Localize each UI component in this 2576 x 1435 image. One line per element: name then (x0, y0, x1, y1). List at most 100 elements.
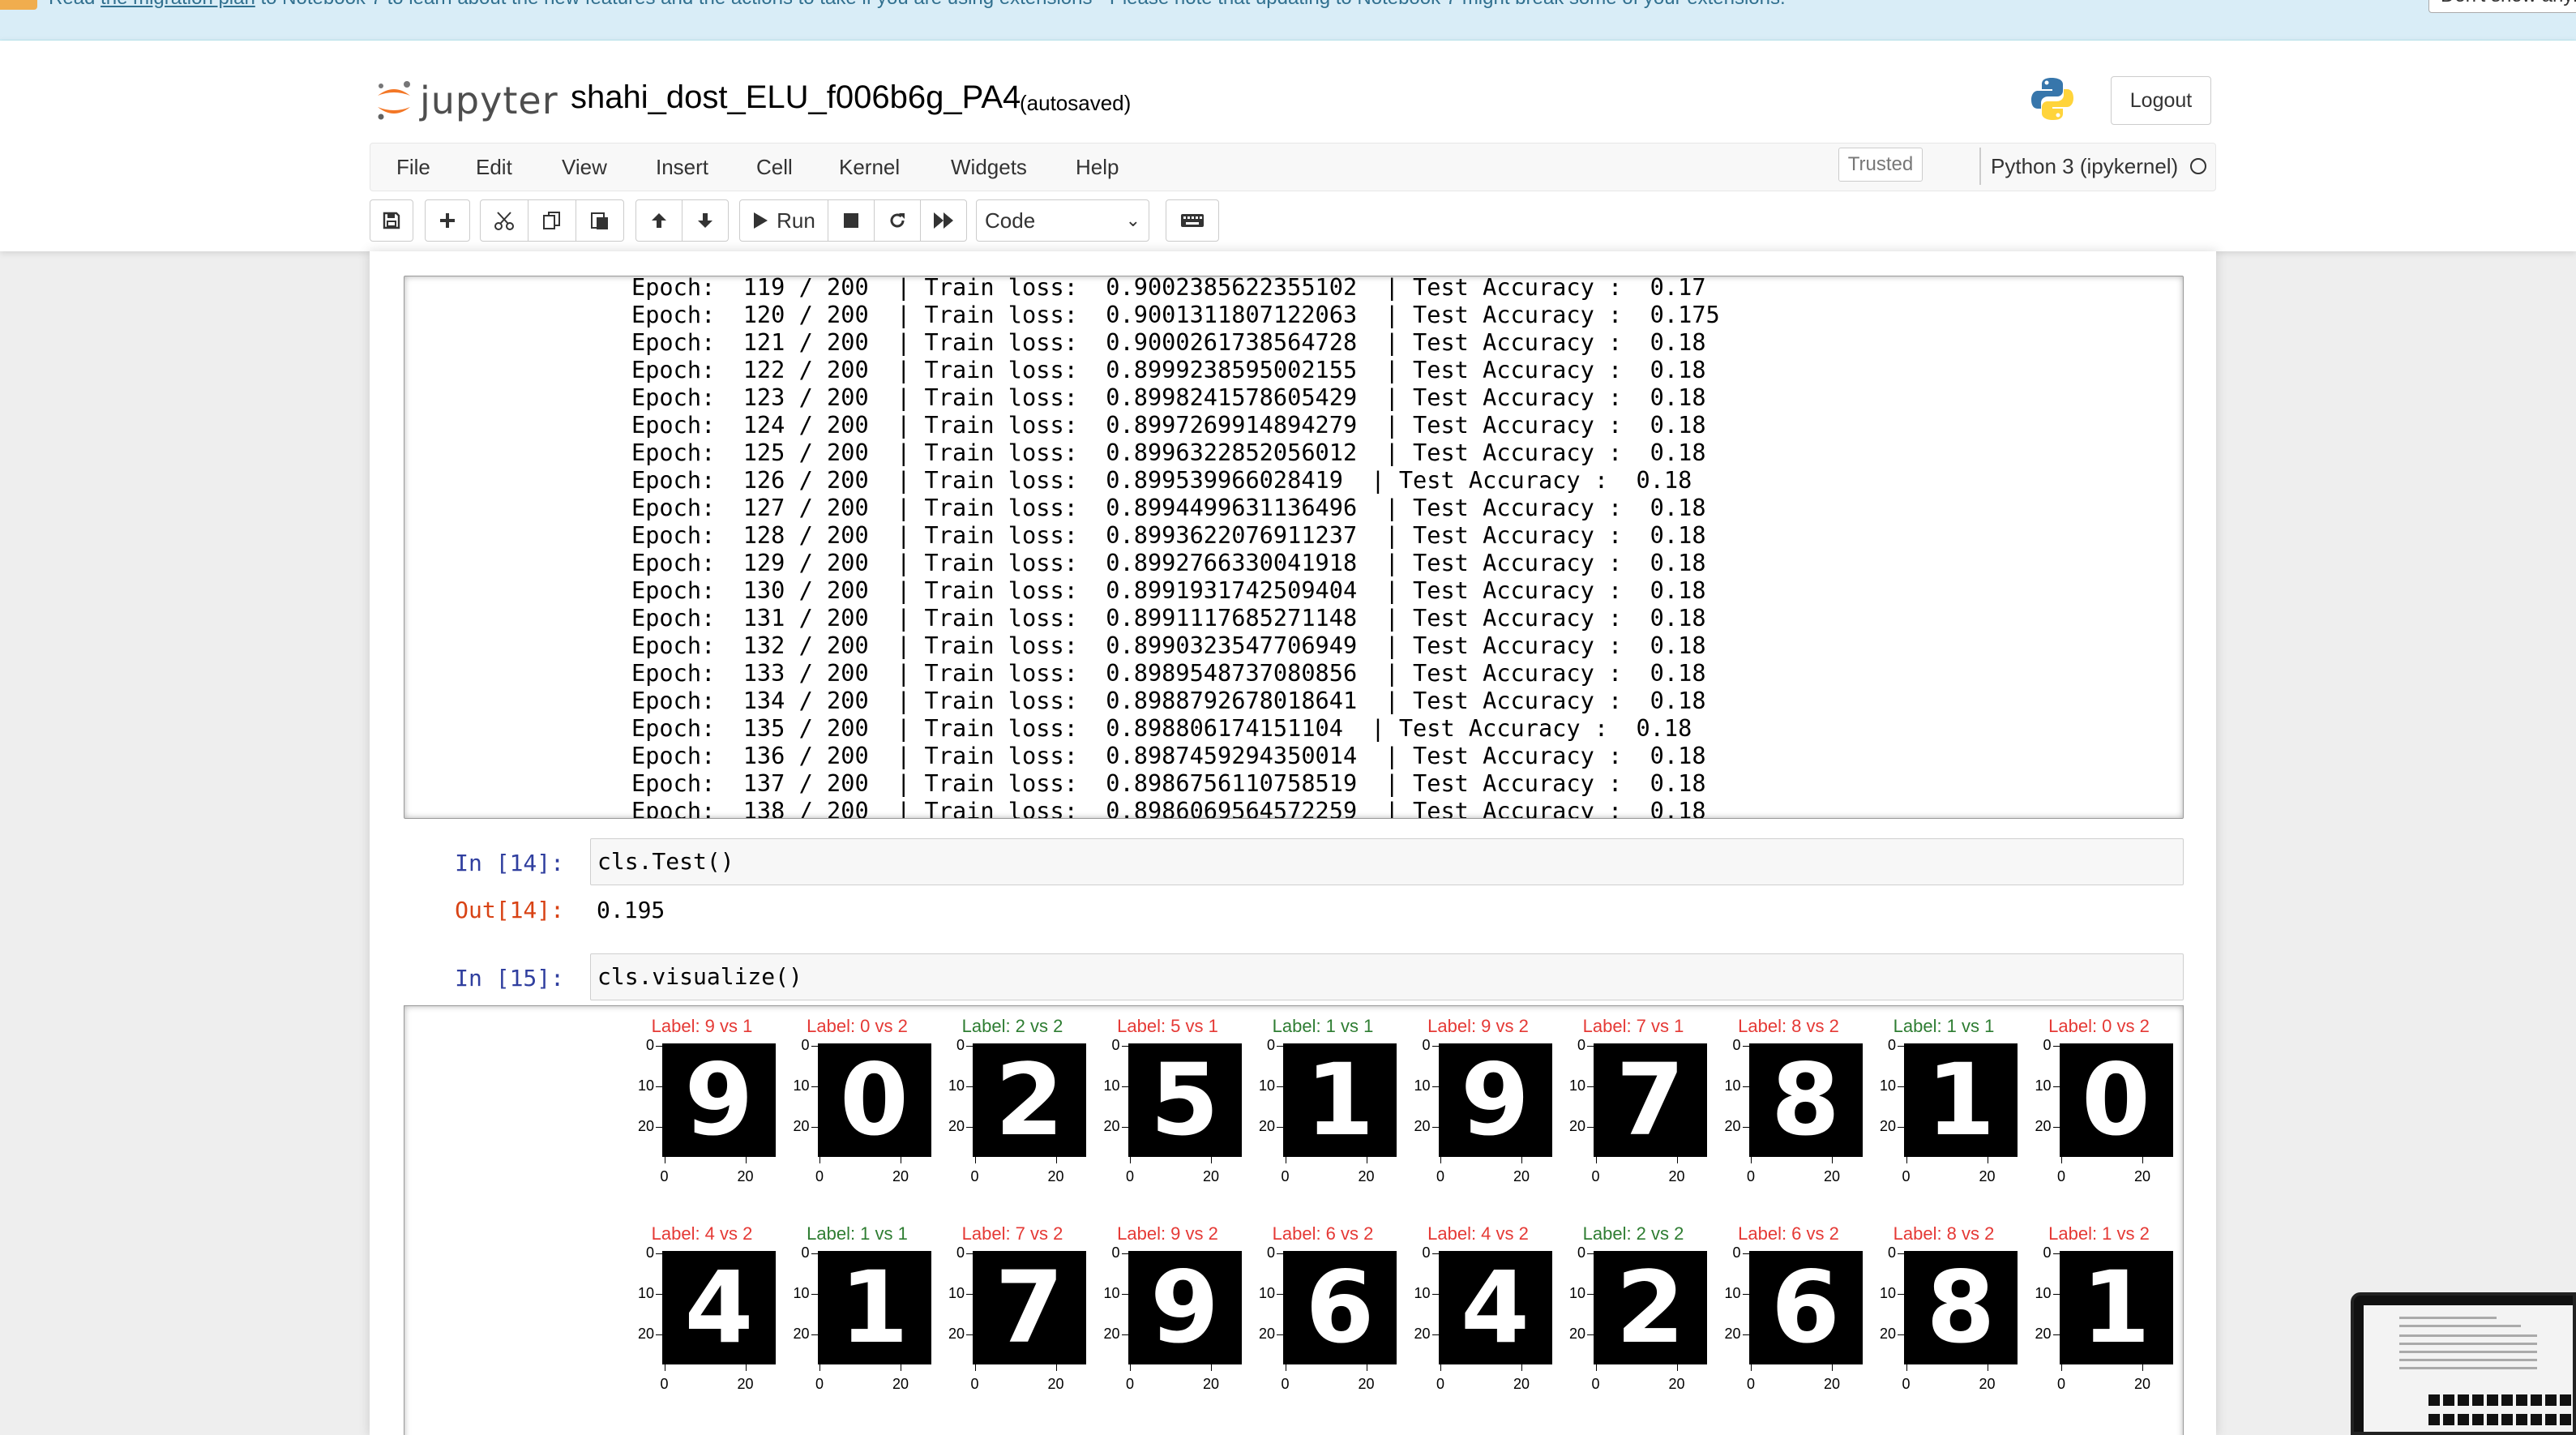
jupyter-logo[interactable]: jupyter (374, 76, 558, 125)
command-palette-button[interactable] (1166, 199, 1219, 242)
y-tick-mark (966, 1253, 973, 1254)
move-down-button[interactable] (682, 199, 729, 242)
y-tick-mark (1121, 1253, 1128, 1254)
x-tick-mark (1440, 1157, 1441, 1163)
y-tick-mark (2052, 1293, 2060, 1295)
y-tick-label: 0 (2043, 1036, 2052, 1053)
menu-cell[interactable]: Cell (756, 144, 793, 191)
y-tick-mark (1742, 1126, 1749, 1128)
prediction-panel: Label: 7 vs 1 7 0 10 20 0 20 (1556, 1016, 1710, 1184)
y-tick-mark (966, 1086, 973, 1087)
run-button[interactable]: Run (739, 199, 828, 242)
cut-icon (494, 212, 514, 230)
y-tick-label: 0 (645, 1036, 654, 1053)
training-output-line: Epoch: 137 / 200 | Train loss: 0.8986756… (631, 769, 1706, 797)
y-tick-mark (1742, 1086, 1749, 1087)
cell-type-value: Code (985, 208, 1036, 233)
notebook-title[interactable]: shahi_dost_ELU_f006b6g_PA4 (571, 79, 1021, 116)
x-tick-label: 0 (2056, 1168, 2065, 1184)
digit-image: 7 (973, 1251, 1086, 1364)
y-tick-mark (1121, 1126, 1128, 1128)
prediction-panel: Label: 7 vs 2 7 0 10 20 0 20 (935, 1223, 1089, 1392)
x-tick-mark (1521, 1157, 1522, 1163)
x-tick-label: 0 (1125, 1376, 1134, 1392)
cell-type-select[interactable]: Code ⌄ (976, 199, 1149, 242)
digit-image: 8 (1904, 1251, 2018, 1364)
menu-help[interactable]: Help (1076, 144, 1119, 191)
y-tick-label: 0 (1111, 1036, 1120, 1053)
y-tick-mark (966, 1334, 973, 1335)
cell-14-output-prompt: Out[14]: (455, 897, 564, 923)
prediction-label: Label: 8 vs 2 (1738, 1016, 1839, 1036)
x-tick-label: 0 (1746, 1168, 1755, 1184)
y-tick-label: 0 (2043, 1244, 2052, 1261)
menu-insert[interactable]: Insert (656, 144, 708, 191)
dont-show-anymore-button[interactable]: Don't show anymore (2428, 0, 2576, 13)
paste-button[interactable] (576, 199, 624, 242)
copy-button[interactable] (528, 199, 576, 242)
y-tick-label: 0 (1266, 1244, 1275, 1261)
digit-image: 4 (1438, 1251, 1552, 1364)
menu-edit[interactable]: Edit (476, 144, 512, 191)
y-tick-mark (811, 1045, 818, 1047)
menu-file[interactable]: File (396, 144, 430, 191)
prediction-label: Label: 0 vs 2 (807, 1016, 908, 1036)
prediction-label: Label: 9 vs 2 (1427, 1016, 1529, 1036)
y-tick-label: 10 (637, 1077, 654, 1094)
training-output-line: Epoch: 126 / 200 | Train loss: 0.8995399… (631, 466, 1692, 494)
y-tick-label: 0 (1266, 1036, 1275, 1053)
insert-cell-button[interactable] (425, 199, 470, 242)
y-tick-mark (1587, 1253, 1594, 1254)
y-tick-label: 10 (793, 1077, 810, 1094)
x-tick-mark (1676, 1364, 1678, 1371)
training-output-line: Epoch: 121 / 200 | Train loss: 0.9000261… (631, 328, 1706, 356)
training-output-line: Epoch: 120 / 200 | Train loss: 0.9001311… (631, 301, 1720, 328)
x-tick-label: 0 (815, 1168, 824, 1184)
cell-15-code-editor[interactable]: cls.visualize() (590, 953, 2184, 1000)
digit-glyph: 0 (840, 1043, 909, 1157)
menu-widgets[interactable]: Widgets (951, 144, 1027, 191)
restart-button[interactable] (874, 199, 921, 242)
y-tick-mark (1742, 1045, 1749, 1047)
y-tick-mark (656, 1086, 662, 1087)
menu-kernel[interactable]: Kernel (839, 144, 900, 191)
move-up-button[interactable] (635, 199, 683, 242)
y-tick-mark (1431, 1045, 1439, 1047)
training-output-line: Epoch: 132 / 200 | Train loss: 0.8990323… (631, 632, 1706, 659)
screenshot-thumbnail-preview[interactable] (2351, 1292, 2576, 1435)
y-tick-label: 10 (1724, 1077, 1741, 1094)
prediction-label: Label: 2 vs 2 (961, 1016, 1063, 1036)
paste-icon (591, 212, 608, 229)
training-output-scroll-area[interactable]: Epoch: 119 / 200 | Train loss: 0.9002385… (404, 276, 2184, 819)
menu-view[interactable]: View (562, 144, 607, 191)
y-tick-label: 0 (1577, 1036, 1585, 1053)
cut-button[interactable] (480, 199, 528, 242)
x-tick-label: 0 (815, 1376, 824, 1392)
visualization-output: Label: 9 vs 1 9 0 10 20 0 20 Label: 0 vs 2 0 0 10 2… (404, 1005, 2184, 1435)
x-tick-mark (1595, 1157, 1597, 1163)
y-tick-mark (656, 1045, 662, 1047)
y-tick-mark (2052, 1126, 2060, 1128)
y-tick-mark (656, 1253, 662, 1254)
y-tick-label: 10 (948, 1077, 965, 1094)
prediction-label: Label: 1 vs 1 (807, 1223, 908, 1244)
logout-button[interactable]: Logout (2111, 76, 2211, 125)
save-button[interactable] (370, 199, 413, 242)
trusted-indicator[interactable]: Trusted (1838, 148, 1923, 182)
training-output-line: Epoch: 127 / 200 | Train loss: 0.8994499… (631, 494, 1706, 521)
y-tick-mark (1898, 1045, 1904, 1047)
digit-glyph: 1 (1926, 1043, 1996, 1157)
migration-plan-link[interactable]: the migration plan (101, 0, 255, 9)
training-output-line: Epoch: 125 / 200 | Train loss: 0.8996322… (631, 439, 1706, 466)
training-output-line: Epoch: 122 / 200 | Train loss: 0.8999238… (631, 356, 1706, 383)
x-tick-label: 20 (892, 1168, 909, 1184)
interrupt-button[interactable] (828, 199, 875, 242)
kernel-name[interactable]: Python 3 (ipykernel) (1991, 154, 2178, 179)
fast-forward-icon (934, 212, 953, 229)
y-tick-label: 10 (1258, 1284, 1275, 1301)
digit-image: 5 (1128, 1043, 1242, 1157)
jupyter-wordmark: jupyter (420, 79, 558, 122)
cell-14-code-editor[interactable]: cls.Test() (590, 838, 2184, 885)
prediction-panel: Label: 1 vs 1 1 0 10 20 0 20 (1246, 1016, 1400, 1184)
restart-run-all-button[interactable] (920, 199, 967, 242)
